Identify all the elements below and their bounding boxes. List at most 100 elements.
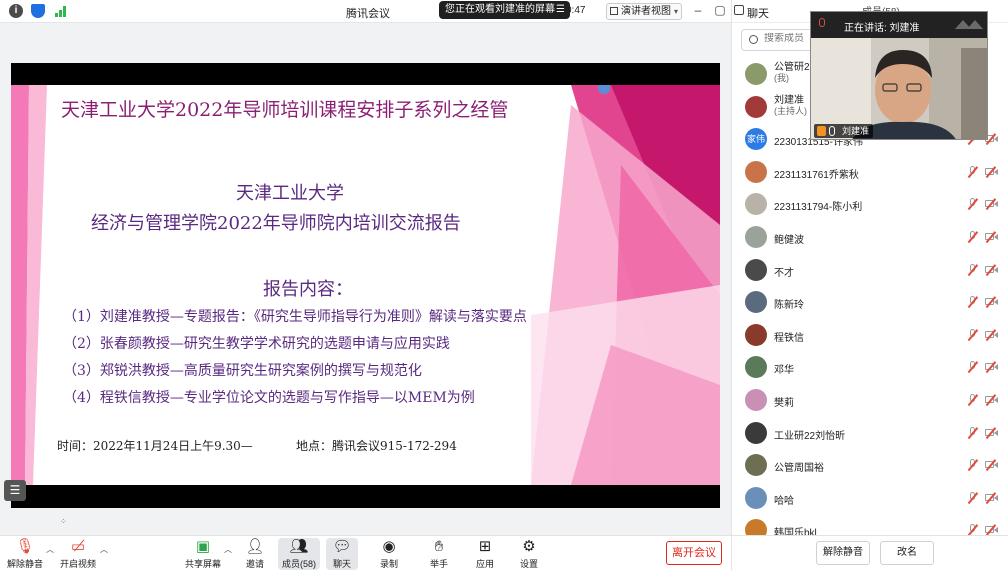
list-item[interactable]: 不才 <box>732 254 1008 286</box>
rename-button[interactable]: 改名 <box>880 541 934 565</box>
chat-button[interactable]: 💬︎ 聊天 <box>326 538 358 570</box>
list-item[interactable]: 哈哈 <box>732 482 1008 514</box>
list-icon[interactable]: ☰ <box>556 1 565 19</box>
camera-off-icon[interactable] <box>985 459 998 472</box>
list-item[interactable]: 工业研22刘怡昕 <box>732 417 1008 449</box>
list-item[interactable]: 樊莉 <box>732 384 1008 416</box>
unmute-all-button[interactable]: 解除静音 <box>816 541 870 565</box>
mic-muted-icon[interactable] <box>967 198 978 211</box>
invite-button[interactable]: 👤︎ 邀请 <box>240 538 270 570</box>
list-item[interactable]: 鲍健波 <box>732 221 1008 253</box>
camera-off-icon[interactable] <box>985 263 998 276</box>
signal-icon[interactable] <box>54 4 68 18</box>
avatar <box>745 160 767 183</box>
view-mode-select[interactable]: 演讲者视图 ▾ <box>606 3 682 20</box>
camera-off-icon[interactable] <box>985 524 998 535</box>
share-screen-button[interactable]: ▣ 共享屏幕 <box>184 538 222 570</box>
mic-muted-icon[interactable] <box>967 426 978 439</box>
camera-off-icon[interactable] <box>985 426 998 439</box>
mic-muted-icon[interactable] <box>967 491 978 504</box>
shield-icon[interactable] <box>31 4 45 18</box>
camera-off-icon: ▭̸ <box>70 538 86 555</box>
member-name: 不才 <box>774 267 794 279</box>
list-item[interactable]: 2231131761乔紫秋 <box>732 156 1008 188</box>
avatar <box>745 95 767 118</box>
list-item[interactable]: 邓华 <box>732 351 1008 383</box>
member-search[interactable] <box>741 29 816 51</box>
list-item[interactable]: 程铁信 <box>732 319 1008 351</box>
chevron-up-icon[interactable]: ︿ <box>224 544 232 555</box>
camera-off-icon[interactable] <box>985 296 998 309</box>
members-button[interactable]: 👥︎ 成员(58) <box>278 538 320 570</box>
member-name-block: 2231131794-陈小利 <box>774 198 862 213</box>
hand-icon: ✋︎ <box>434 538 444 555</box>
mic-icon <box>817 18 827 31</box>
view-mode-label: 演讲者视图 <box>621 6 671 17</box>
tab-chat[interactable]: 聊天 <box>747 5 769 21</box>
share-screen-label: 共享屏幕 <box>184 559 221 569</box>
camera-off-icon[interactable] <box>985 231 998 243</box>
restore-icon[interactable]: ▢ <box>713 3 727 17</box>
member-name-block: 陈新玲 <box>774 296 804 311</box>
camera-off-icon[interactable] <box>985 361 998 374</box>
avatar <box>745 454 767 477</box>
mic-muted-icon[interactable] <box>967 263 978 276</box>
list-item[interactable]: 公管周国裕 <box>732 449 1008 481</box>
avatar <box>745 356 767 379</box>
camera-off-icon[interactable] <box>985 394 998 406</box>
list-item[interactable]: 韩国乐bkl <box>732 514 1008 535</box>
member-name: 刘建准 <box>774 94 804 106</box>
chat-icon <box>734 5 744 15</box>
raise-hand-button[interactable]: ✋︎ 举手 <box>424 538 454 570</box>
member-name-block: 鲍健波 <box>774 231 804 246</box>
search-input[interactable] <box>764 33 814 44</box>
avatar <box>745 193 767 216</box>
mic-muted-icon[interactable] <box>967 296 978 309</box>
settings-button[interactable]: ⚙ 设置 <box>514 538 544 570</box>
leave-meeting-button[interactable]: 离开会议 <box>666 541 722 565</box>
member-name-block: 不才 <box>774 264 794 279</box>
mic-muted-icon[interactable] <box>967 459 978 472</box>
mic-muted-icon[interactable] <box>967 524 978 535</box>
panel-footer: 解除静音 改名 <box>732 535 1008 570</box>
chevron-up-icon[interactable]: ︿ <box>46 544 54 555</box>
expand-icon[interactable] <box>953 18 985 30</box>
start-video-button[interactable]: ▭̸ 开启视频 <box>58 538 98 570</box>
member-name: 哈哈 <box>774 495 794 507</box>
slide-menu-icon[interactable]: ☰ <box>4 480 26 501</box>
chevron-up-icon[interactable]: ︿ <box>100 544 108 555</box>
unmute-button[interactable]: 🎙︎ 解除静音 <box>6 538 44 570</box>
avatar <box>745 258 767 281</box>
member-role: (我) <box>774 73 789 83</box>
camera-off-icon[interactable] <box>985 198 998 211</box>
mic-muted-icon[interactable] <box>967 361 978 374</box>
start-video-label: 开启视频 <box>59 559 96 569</box>
speaker-video[interactable]: 正在讲话: 刘建准 刘建准 <box>810 11 988 140</box>
search-icon <box>749 35 758 44</box>
camera-off-icon[interactable] <box>985 328 998 341</box>
mic-muted-icon[interactable] <box>967 394 978 406</box>
members-label: 成员(58) <box>281 559 316 569</box>
camera-off-icon[interactable] <box>985 491 998 504</box>
apps-button[interactable]: ⊞ 应用 <box>470 538 500 570</box>
unmute-label: 解除静音 <box>6 559 43 569</box>
member-name-block: 工业研22刘怡昕 <box>774 427 845 442</box>
camera-off-icon[interactable] <box>985 165 998 178</box>
record-button[interactable]: ◉ 录制 <box>374 538 404 570</box>
mic-muted-icon[interactable] <box>967 165 978 178</box>
member-name: 鲍健波 <box>774 235 804 246</box>
member-name-block: 程铁信 <box>774 329 804 344</box>
minimize-icon[interactable]: – <box>691 3 705 17</box>
watching-notice[interactable]: 您正在观看刘建准的屏幕 ☰ <box>439 1 570 19</box>
mic-muted-icon[interactable] <box>967 328 978 341</box>
settings-label: 设置 <box>519 559 538 569</box>
grip-icon[interactable]: ⁘ <box>60 517 68 526</box>
info-icon[interactable]: i <box>9 4 23 18</box>
member-name-block: 邓华 <box>774 361 794 376</box>
avatar <box>745 226 767 248</box>
member-name: 工业研22刘怡昕 <box>774 430 846 442</box>
list-item[interactable]: 2231131794-陈小利 <box>732 188 1008 220</box>
shared-screen-area: 天津工业大学2022年导师培训课程安排子系列之经管 天津工业大学 经济与管理学院… <box>0 23 731 535</box>
mic-muted-icon[interactable] <box>967 231 978 243</box>
list-item[interactable]: 陈新玲 <box>732 286 1008 318</box>
